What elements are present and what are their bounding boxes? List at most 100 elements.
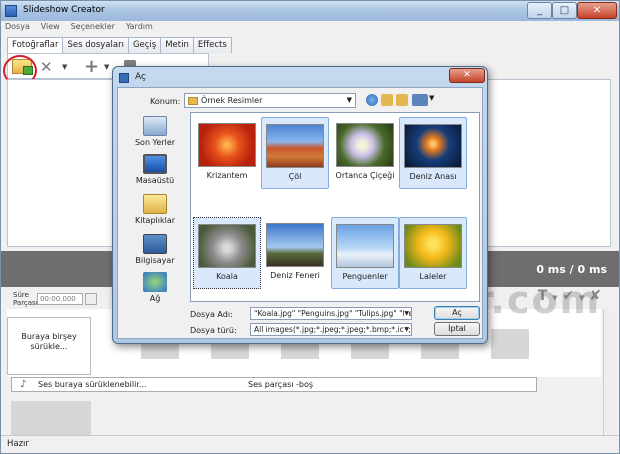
audio-track[interactable]: ♪ Ses buraya sürüklenebilir... Ses parça… bbox=[11, 377, 537, 392]
file-item[interactable]: Çöl bbox=[261, 117, 329, 189]
place-desktop[interactable]: Masaüstü bbox=[124, 154, 186, 185]
network-icon bbox=[143, 272, 167, 292]
file-name: Ortanca Çiçeği bbox=[335, 171, 395, 180]
image-thumbnail bbox=[266, 124, 324, 168]
libraries-icon bbox=[143, 194, 167, 214]
menu-yardim[interactable]: Yardım bbox=[122, 21, 157, 32]
title-bar: Slideshow Creator _ □ ✕ bbox=[1, 1, 619, 21]
status-bar: Hazır bbox=[1, 435, 619, 453]
filetype-label: Dosya türü: bbox=[190, 326, 237, 335]
file-item[interactable]: Koala bbox=[193, 217, 261, 289]
open-dialog: Aç ✕ Konum: Örnek Resimler ▼ ▼ Son Yerle… bbox=[112, 66, 488, 344]
music-note-icon: ♪ bbox=[20, 379, 27, 390]
dialog-title: Aç bbox=[135, 72, 146, 82]
file-item[interactable]: Penguenler bbox=[331, 217, 399, 289]
file-name: Krizantem bbox=[206, 171, 248, 180]
place-computer[interactable]: Bilgisayar bbox=[124, 234, 186, 265]
back-icon[interactable] bbox=[366, 94, 378, 106]
place-label: Masaüstü bbox=[135, 176, 175, 185]
computer-icon bbox=[143, 234, 167, 254]
place-label: Son Yerler bbox=[134, 138, 176, 147]
file-name: Deniz Anası bbox=[409, 172, 457, 181]
places-bar: Son Yerler Masaüstü Kitaplıklar Bilgisay… bbox=[124, 112, 186, 303]
desktop-icon bbox=[143, 154, 167, 174]
place-label: Bilgisayar bbox=[135, 256, 175, 265]
image-thumbnail bbox=[336, 123, 394, 167]
dialog-close-button[interactable]: ✕ bbox=[449, 68, 485, 83]
place-recent[interactable]: Son Yerler bbox=[124, 116, 186, 147]
up-folder-icon[interactable] bbox=[381, 94, 393, 106]
vertical-scrollbar[interactable] bbox=[603, 309, 615, 435]
close-button[interactable]: ✕ bbox=[577, 2, 617, 19]
drop-slot[interactable]: Buraya birşey sürükle... bbox=[7, 317, 91, 375]
tab-audio[interactable]: Ses dosyaları bbox=[62, 37, 129, 53]
status-text: Hazır bbox=[7, 439, 29, 449]
minimize-button[interactable]: _ bbox=[527, 2, 552, 19]
window-title: Slideshow Creator bbox=[23, 5, 105, 15]
menu-view[interactable]: View bbox=[37, 21, 64, 32]
add-icon[interactable]: + bbox=[84, 56, 99, 77]
menu-dosya[interactable]: Dosya bbox=[1, 21, 34, 32]
file-item[interactable]: Krizantem bbox=[193, 117, 261, 189]
file-item[interactable]: Laleler bbox=[399, 217, 467, 289]
filename-label: Dosya Adı: bbox=[190, 310, 233, 319]
dialog-icon bbox=[119, 73, 129, 83]
image-thumbnail bbox=[266, 223, 324, 267]
audio-status: Ses parçası -boş bbox=[248, 380, 314, 389]
file-item[interactable]: Deniz Feneri bbox=[261, 217, 329, 289]
menu-bar: Dosya View Seçenekler Yardım bbox=[1, 21, 619, 35]
filename-value: "Koala.jpg" "Penguins.jpg" "Tulips.jpg" … bbox=[254, 309, 412, 318]
place-label: Kitaplıklar bbox=[134, 216, 176, 225]
place-libraries[interactable]: Kitaplıklar bbox=[124, 194, 186, 225]
chevron-down-icon: ▼ bbox=[404, 308, 409, 319]
place-label: Ağ bbox=[149, 294, 161, 303]
view-dropdown-icon[interactable]: ▼ bbox=[429, 94, 434, 102]
duration-toggle[interactable] bbox=[85, 293, 97, 305]
image-thumbnail bbox=[404, 124, 462, 168]
time-display: 0 ms / 0 ms bbox=[536, 263, 607, 276]
audio-drop-text: Ses buraya sürüklenebilir... bbox=[38, 380, 147, 389]
tab-effects[interactable]: Effects bbox=[192, 37, 232, 53]
tab-transition[interactable]: Geçiş bbox=[127, 37, 162, 53]
delete-dropdown-icon[interactable]: ▼ bbox=[62, 63, 67, 71]
tab-photos[interactable]: Fotoğraflar bbox=[7, 37, 64, 54]
location-select[interactable]: Örnek Resimler ▼ bbox=[184, 93, 356, 108]
chevron-down-icon: ▼ bbox=[404, 324, 409, 335]
add-dropdown-icon[interactable]: ▼ bbox=[104, 63, 109, 71]
image-thumbnail bbox=[198, 224, 256, 268]
duration-input[interactable]: 00:00.000 bbox=[37, 293, 83, 305]
place-network[interactable]: Ağ bbox=[124, 272, 186, 303]
filename-input[interactable]: "Koala.jpg" "Penguins.jpg" "Tulips.jpg" … bbox=[250, 307, 412, 320]
image-thumbnail bbox=[404, 224, 462, 268]
empty-thumbnail bbox=[11, 401, 91, 437]
tab-bar: Fotoğraflar Ses dosyaları Geçiş Metin Effect… bbox=[7, 37, 232, 54]
file-name: Çöl bbox=[288, 172, 302, 181]
file-name: Deniz Feneri bbox=[270, 271, 320, 280]
file-name: Laleler bbox=[419, 272, 447, 281]
chevron-down-icon: ▼ bbox=[346, 96, 352, 104]
cancel-button[interactable]: İptal bbox=[434, 322, 480, 336]
menu-secenekler[interactable]: Seçenekler bbox=[67, 21, 119, 32]
view-menu-icon[interactable] bbox=[412, 94, 428, 106]
location-value: Örnek Resimler bbox=[201, 96, 263, 105]
file-name: Koala bbox=[216, 272, 238, 281]
slide-slot bbox=[491, 329, 529, 359]
duration-label: Süre Parçası bbox=[13, 291, 38, 307]
filetype-select[interactable]: All images(*.jpg;*.jpeg;*.jpeg;*.bmp;*.i… bbox=[250, 323, 412, 336]
filetype-value: All images(*.jpg;*.jpeg;*.jpeg;*.bmp;*.i… bbox=[254, 325, 412, 334]
tab-text[interactable]: Metin bbox=[160, 37, 194, 53]
delete-icon[interactable]: ✕ bbox=[40, 58, 53, 76]
dialog-body: Konum: Örnek Resimler ▼ ▼ Son Yerler Mas… bbox=[117, 87, 483, 339]
file-item[interactable]: Ortanca Çiçeği bbox=[331, 117, 399, 189]
file-item[interactable]: Deniz Anası bbox=[399, 117, 467, 189]
folder-icon bbox=[188, 97, 198, 105]
file-list: Krizantem Çöl Ortanca Çiçeği Deniz Anası… bbox=[190, 112, 480, 302]
recent-places-icon bbox=[143, 116, 167, 136]
image-thumbnail bbox=[198, 123, 256, 167]
maximize-button[interactable]: □ bbox=[552, 2, 577, 19]
app-icon bbox=[5, 5, 17, 17]
image-thumbnail bbox=[336, 224, 394, 268]
location-label: Konum: bbox=[150, 97, 181, 106]
new-folder-icon[interactable] bbox=[396, 94, 408, 106]
open-button[interactable]: Aç bbox=[434, 306, 480, 320]
